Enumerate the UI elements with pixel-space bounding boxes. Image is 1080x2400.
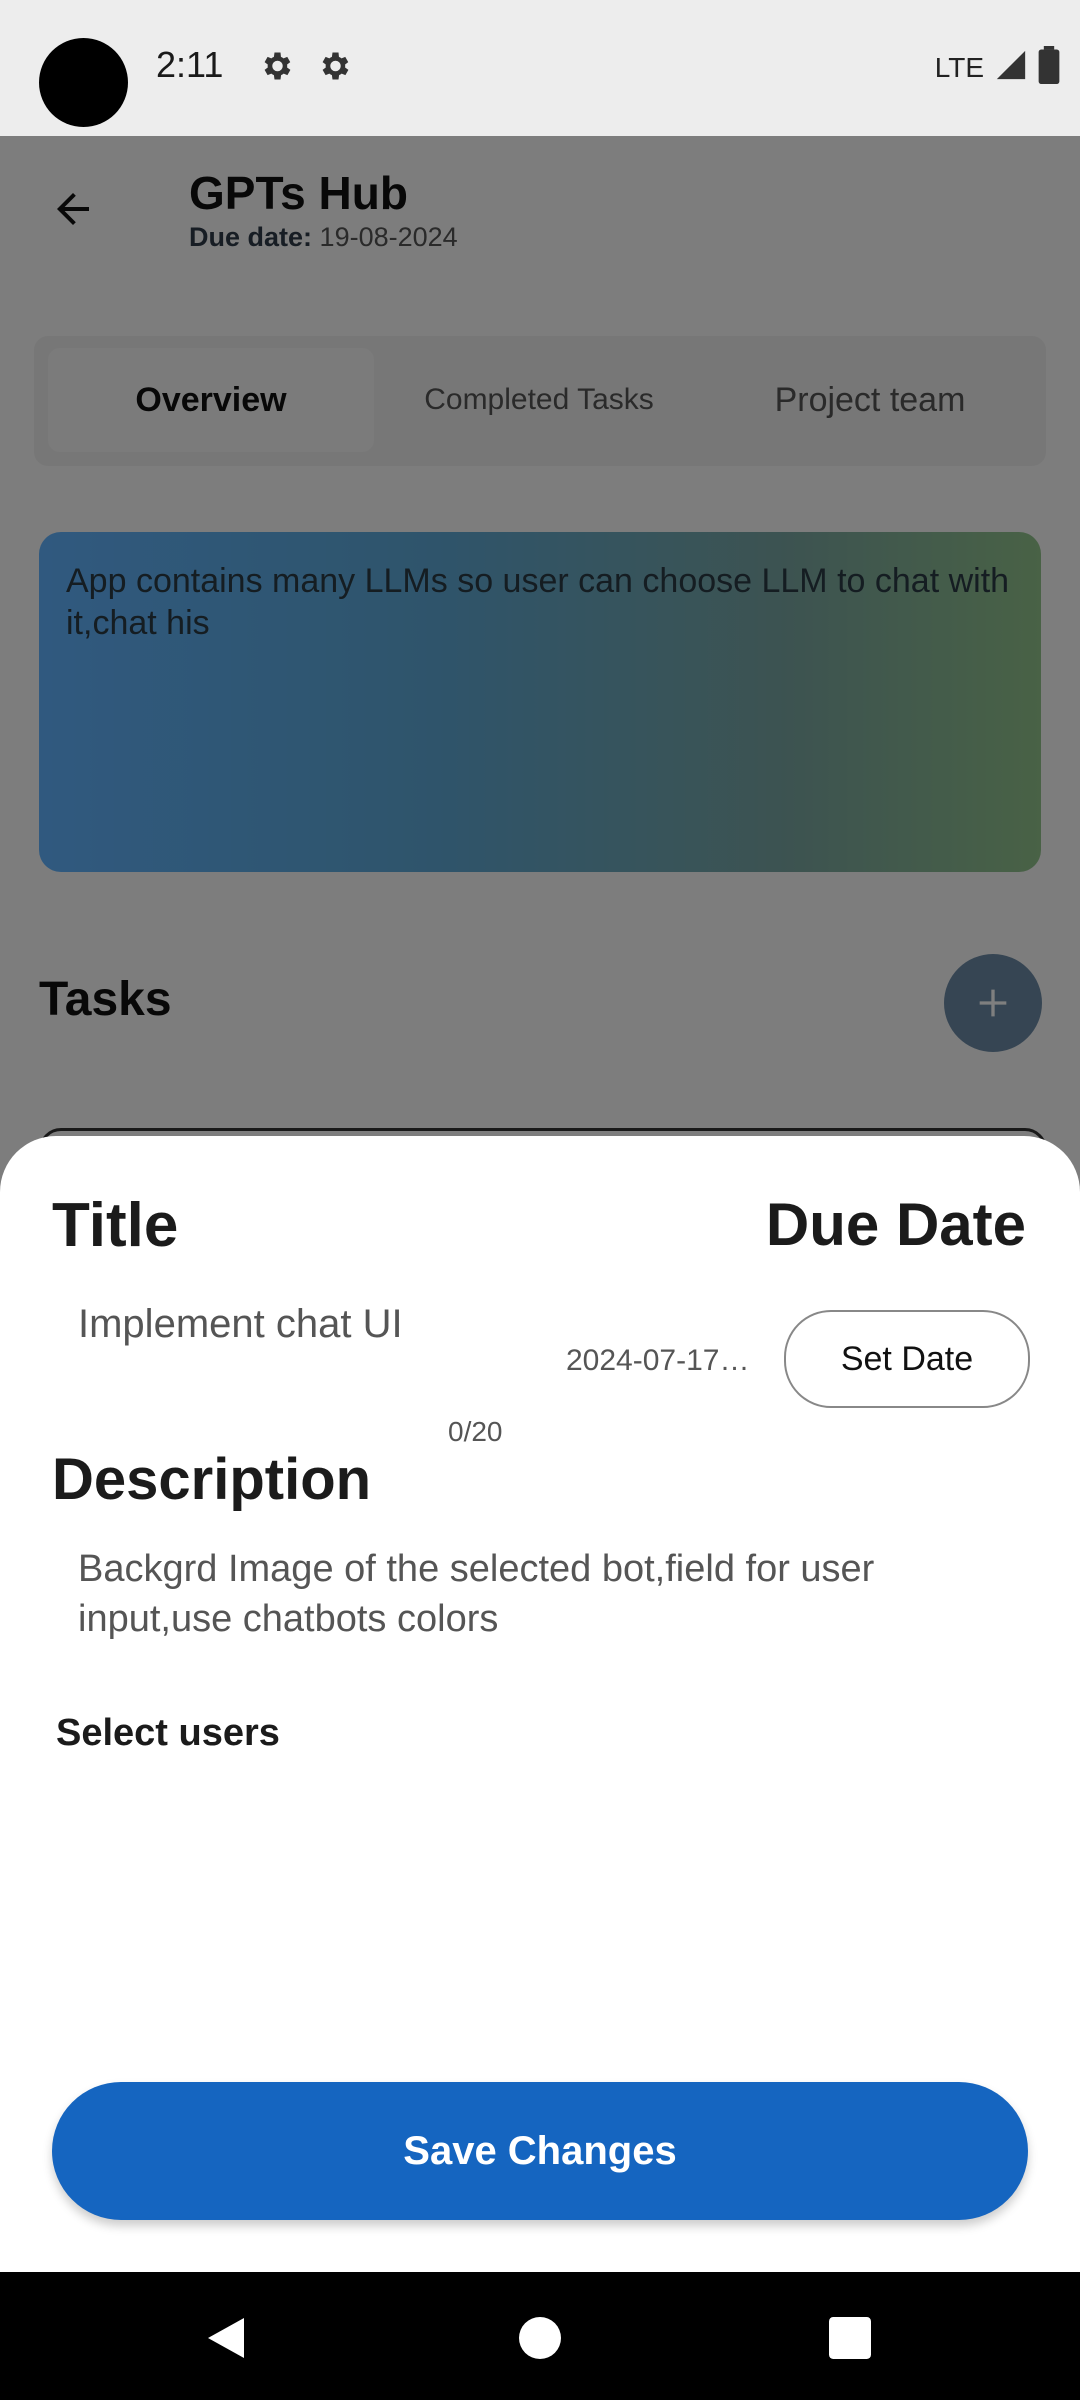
home-circle-icon[interactable] <box>512 2310 568 2366</box>
signal-icon <box>994 48 1028 87</box>
back-triangle-icon[interactable] <box>198 2310 254 2366</box>
description-input[interactable]: Backgrd Image of the selected bot,field … <box>78 1544 1018 1644</box>
description-label: Description <box>52 1447 372 1512</box>
set-date-button[interactable]: Set Date <box>784 1310 1030 1408</box>
status-right-group: LTE <box>935 46 1060 89</box>
settings-icon <box>316 48 352 84</box>
title-input[interactable] <box>78 1302 498 1347</box>
select-users-label: Select users <box>56 1712 280 1754</box>
title-char-counter: 0/20 <box>448 1416 503 1447</box>
camera-cutout <box>39 38 128 127</box>
status-time: 2:11 <box>156 44 224 85</box>
selected-date-value: 2024-07-17 … <box>566 1344 756 1377</box>
title-label: Title <box>52 1191 179 1260</box>
due-date-heading: Due Date <box>765 1191 1026 1258</box>
save-changes-button[interactable]: Save Changes <box>52 2082 1028 2220</box>
battery-icon <box>1038 46 1060 89</box>
settings-icon <box>258 48 294 84</box>
recents-square-icon[interactable] <box>822 2310 878 2366</box>
network-label: LTE <box>934 51 984 83</box>
